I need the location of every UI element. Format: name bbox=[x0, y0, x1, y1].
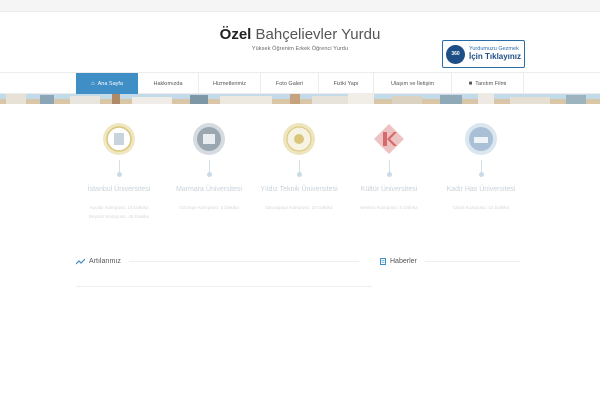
nav-item-tanitim-filmi[interactable]: ■ Tanıtım Filmi bbox=[452, 73, 524, 94]
campus-banner-image bbox=[0, 94, 600, 104]
video-camera-icon: ■ bbox=[468, 80, 473, 87]
articles-section-header: Artılarımız bbox=[76, 258, 359, 265]
nav-list: ⌂ Ana Sayfa Hakkımızda Hizmetlerimiz Fot… bbox=[76, 73, 524, 94]
home-icon: ⌂ bbox=[90, 80, 95, 87]
distance-line: Cibali Kampüsü: 15 Dakika bbox=[452, 205, 510, 210]
university-name: Kültür Üniversitesi bbox=[360, 186, 418, 193]
nav-label: Hizmetlerimiz bbox=[213, 80, 246, 87]
tour-text: Yurdumuzu Gezmek İçin Tıklayınız bbox=[469, 46, 522, 61]
nav-item-hizmetlerimiz[interactable]: Hizmetlerimiz bbox=[199, 73, 261, 94]
news-title: Haberler bbox=[390, 258, 417, 265]
university-item-marmara[interactable]: Marmara Üniversitesi Göztepe Kampüsü: 5 … bbox=[163, 122, 255, 213]
nav-label: Ulaşım ve İletişim bbox=[390, 80, 435, 87]
university-item-istanbul[interactable]: İstanbul Üniversitesi Avcılar Kampüsü: 1… bbox=[73, 122, 165, 222]
nav-item-ulasim-iletisim[interactable]: Ulaşım ve İletişim bbox=[374, 73, 452, 94]
line-chart-icon bbox=[76, 258, 85, 265]
connector-dot bbox=[116, 172, 122, 177]
connector-dot bbox=[386, 172, 392, 177]
university-logo-icon bbox=[192, 122, 226, 156]
main-nav: ⌂ Ana Sayfa Hakkımızda Hizmetlerimiz Fot… bbox=[0, 72, 600, 94]
connector-line bbox=[388, 160, 390, 172]
distance-line: Beyazıt Kampüsü: 45 Dakika bbox=[88, 213, 150, 219]
nav-label: Foto Galeri bbox=[275, 80, 304, 87]
university-distance: Göztepe Kampüsü: 5 Dakika bbox=[163, 204, 255, 213]
nav-item-ana-sayfa[interactable]: ⌂ Ana Sayfa bbox=[76, 73, 138, 94]
university-logo-icon bbox=[464, 122, 498, 156]
university-logo-icon bbox=[102, 122, 136, 156]
nav-label: Ana Sayfa bbox=[97, 80, 123, 87]
university-item-kultur[interactable]: Kültür Üniversitesi Merkez Kampüsü: 5 Da… bbox=[343, 122, 435, 213]
connector-dot bbox=[478, 172, 484, 177]
distance-line: Avcılar Kampüsü: 16 Dakika bbox=[89, 205, 149, 210]
university-item-yildiz[interactable]: Yıldız Teknik Üniversitesi Davutpaşa Kam… bbox=[253, 122, 345, 213]
university-name: İstanbul Üniversitesi bbox=[87, 186, 151, 193]
connector-line bbox=[118, 160, 120, 172]
tour-360-icon: 360 bbox=[446, 44, 465, 64]
distance-line: Davutpaşa Kampüsü: 15 Dakika bbox=[265, 205, 333, 210]
distance-line: Merkez Kampüsü: 5 Dakika bbox=[360, 205, 418, 210]
university-distance: Merkez Kampüsü: 5 Dakika bbox=[343, 204, 435, 213]
document-icon bbox=[380, 258, 386, 265]
nav-label: Fiziki Yapı bbox=[333, 80, 359, 87]
section-divider bbox=[128, 261, 359, 262]
articles-title: Artılarımız bbox=[89, 258, 121, 265]
university-distance: Avcılar Kampüsü: 16 Dakika Beyazıt Kampü… bbox=[73, 204, 165, 222]
university-item-kadir-has[interactable]: Kadir Has Üniversitesi Cibali Kampüsü: 1… bbox=[435, 122, 527, 213]
nav-item-fiziki-yapi[interactable]: Fiziki Yapı bbox=[319, 73, 374, 94]
connector-dot bbox=[296, 172, 302, 177]
news-section-header: Haberler bbox=[380, 258, 520, 265]
university-logo-icon bbox=[372, 122, 406, 156]
section-divider bbox=[424, 261, 520, 262]
site-title-rest: Bahçelievler Yurdu bbox=[255, 26, 381, 43]
university-name: Yıldız Teknik Üniversitesi bbox=[260, 186, 338, 193]
university-name: Marmara Üniversitesi bbox=[175, 186, 243, 193]
nav-item-foto-galeri[interactable]: Foto Galeri bbox=[261, 73, 319, 94]
university-logo-icon bbox=[282, 122, 316, 156]
connector-dot bbox=[206, 172, 212, 177]
articles-underline bbox=[76, 286, 372, 287]
university-list: İstanbul Üniversitesi Avcılar Kampüsü: 1… bbox=[73, 122, 525, 232]
nav-label: Tanıtım Filmi bbox=[475, 80, 507, 87]
university-distance: Davutpaşa Kampüsü: 15 Dakika bbox=[253, 204, 345, 213]
university-name: Kadir Has Üniversitesi bbox=[446, 186, 516, 193]
university-distance: Cibali Kampüsü: 15 Dakika bbox=[435, 204, 527, 213]
connector-line bbox=[298, 160, 300, 172]
top-strip bbox=[0, 0, 600, 12]
distance-line: Göztepe Kampüsü: 5 Dakika bbox=[179, 205, 239, 210]
tour-line2: İçin Tıklayınız bbox=[469, 51, 522, 61]
nav-item-hakkimizda[interactable]: Hakkımızda bbox=[138, 73, 199, 94]
site-header: Özel Bahçelievler Yurdu Yüksek Öğrenim E… bbox=[0, 12, 600, 72]
connector-line bbox=[208, 160, 210, 172]
site-title-bold: Özel bbox=[219, 26, 252, 43]
virtual-tour-button[interactable]: 360 Yurdumuzu Gezmek İçin Tıklayınız bbox=[442, 40, 525, 68]
connector-line bbox=[480, 160, 482, 172]
nav-label: Hakkımızda bbox=[153, 80, 183, 87]
